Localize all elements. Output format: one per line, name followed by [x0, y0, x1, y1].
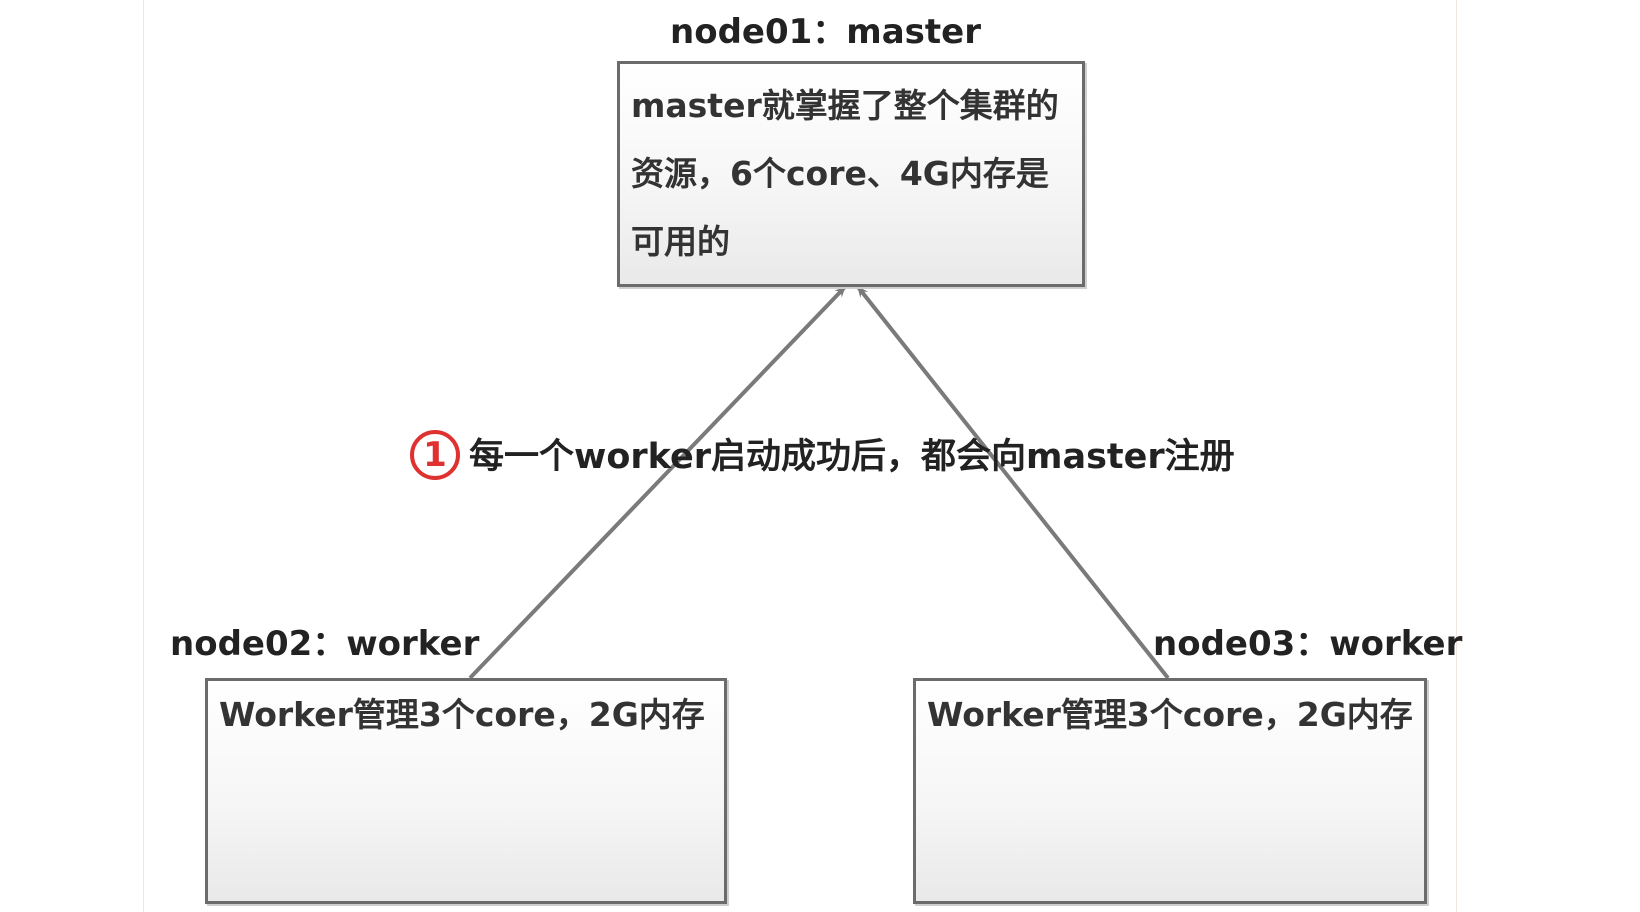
worker1-node-text: Worker管理3个core，2G内存: [219, 695, 705, 734]
worker2-node-title: node03：worker: [1153, 624, 1463, 664]
worker1-node-box: Worker管理3个core，2G内存: [205, 678, 727, 904]
page: node01：master master就掌握了整个集群的资源，6个core、4…: [0, 0, 1640, 912]
arrow-node02-to-master: [468, 285, 847, 680]
master-node-text: master就掌握了整个集群的资源，6个core、4G内存是可用的: [631, 86, 1059, 261]
step-annotation-text: 每一个worker启动成功后，都会向master注册: [469, 437, 1235, 477]
step-number-badge: 1: [410, 430, 460, 480]
master-node-box: master就掌握了整个集群的资源，6个core、4G内存是可用的: [617, 61, 1085, 287]
worker2-node-box: Worker管理3个core，2G内存: [913, 678, 1427, 904]
master-node-title: node01：master: [670, 12, 981, 52]
worker1-node-title: node02：worker: [170, 624, 480, 664]
worker2-node-text: Worker管理3个core，2G内存: [927, 695, 1413, 734]
arrow-node03-to-master: [856, 285, 1170, 680]
